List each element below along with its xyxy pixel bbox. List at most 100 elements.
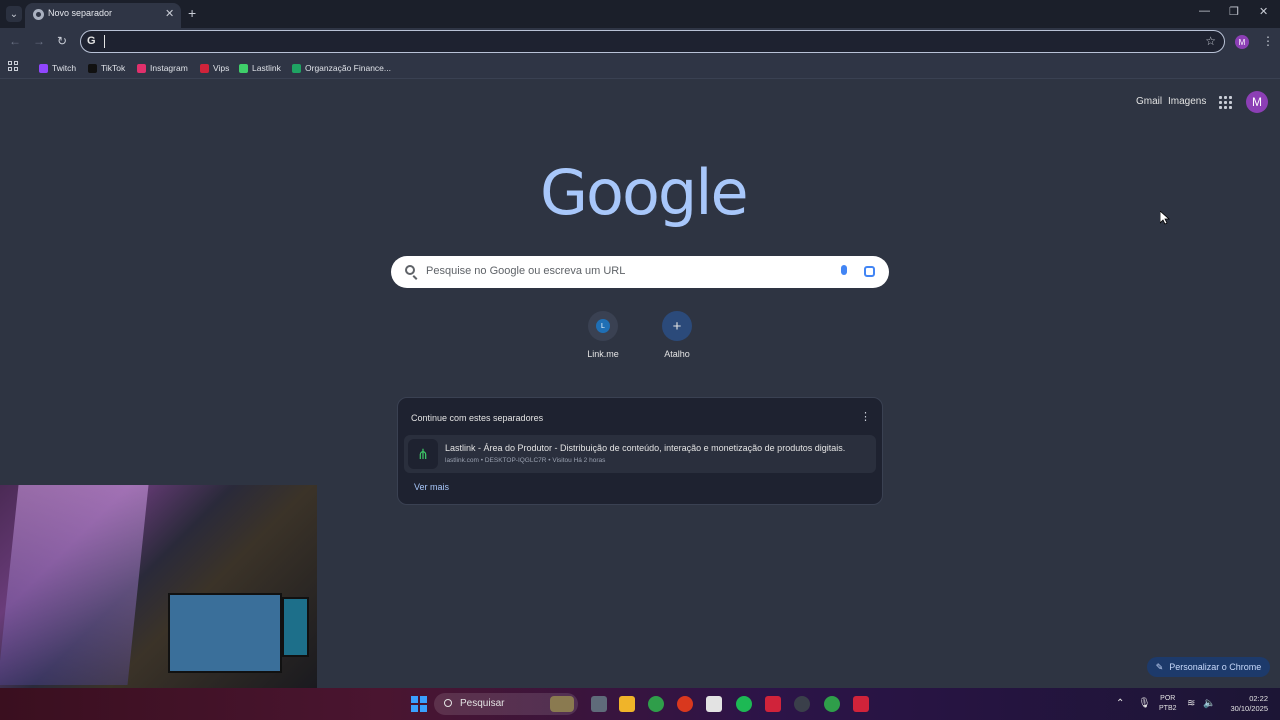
lastlink-icon: ⋔: [408, 439, 438, 469]
card-menu-icon[interactable]: ⋮: [860, 410, 871, 423]
search-box[interactable]: Pesquise no Google ou escreva um URL: [391, 256, 889, 288]
mouse-cursor-icon: [1160, 211, 1170, 225]
chrome-icon[interactable]: [648, 696, 664, 712]
item-subtitle: lastlink.com • DESKTOP-IQGLC7R • Visitou…: [445, 457, 606, 464]
lang-code: POR: [1160, 695, 1176, 702]
taskbar: Pesquisar ⌃ 🎙 POR PTB2 ≋ 🔈 02:22 30/10/2…: [0, 688, 1280, 720]
see-more-link[interactable]: Ver mais: [414, 482, 449, 492]
bookmark-favicon-icon: [39, 63, 48, 73]
clock[interactable]: 02:22 30/10/2025: [1224, 694, 1268, 714]
webcam-side-monitor: [282, 597, 309, 657]
pencil-icon: ✎: [1155, 661, 1164, 672]
bookmark-label: Instagram: [150, 63, 188, 73]
window-close-button[interactable]: ✕: [1259, 5, 1268, 18]
webcam-monitor: [168, 593, 282, 673]
microphone-icon[interactable]: 🎙: [1138, 698, 1151, 709]
webcam-pc-case: [0, 485, 149, 685]
anydesk-active-icon[interactable]: [853, 696, 869, 712]
bookmark-label: Organzação Finance...: [305, 63, 391, 73]
google-logo: Google: [540, 156, 749, 229]
bookmark-star-icon[interactable]: ☆: [1205, 34, 1216, 48]
avatar[interactable]: M: [1246, 91, 1268, 113]
bookmark-favicon-icon: [292, 63, 301, 73]
tab-title: Novo separador: [48, 8, 113, 18]
taskbar-search-label: Pesquisar: [460, 698, 505, 709]
spotify-icon[interactable]: [736, 696, 752, 712]
search-icon: [444, 699, 452, 707]
bookmark-tiktok[interactable]: TikTok: [88, 61, 125, 75]
bookmark-instagram[interactable]: Instagram: [137, 61, 188, 75]
bookmark-favicon-icon: [239, 63, 248, 73]
capcut-icon[interactable]: [706, 696, 722, 712]
bookmark-favicon-icon: [200, 63, 209, 73]
tab-suggestion-item[interactable]: ⋔ Lastlink - Área do Produtor - Distribu…: [404, 435, 876, 473]
google-apps-icon[interactable]: [1219, 96, 1232, 109]
images-link[interactable]: Imagens: [1168, 96, 1206, 107]
chrome-profile-icon[interactable]: [824, 696, 840, 712]
grid-dot: [1229, 101, 1232, 104]
card-title: Continue com estes separadores: [411, 413, 544, 423]
bookmark-organzao[interactable]: Organzação Finance...: [292, 61, 391, 75]
reload-button[interactable]: ↻: [57, 34, 67, 48]
chrome-menu-icon[interactable]: ⋮: [1262, 34, 1274, 48]
gmail-link[interactable]: Gmail: [1136, 96, 1162, 107]
forward-button[interactable]: →: [33, 34, 45, 48]
tab-new-tab[interactable]: Novo separador ✕: [25, 3, 181, 28]
close-icon[interactable]: ✕: [165, 7, 174, 20]
wifi-icon[interactable]: ≋: [1187, 698, 1195, 709]
shortcut-icon: L: [588, 311, 618, 341]
bookmark-label: Twitch: [52, 63, 77, 73]
bookmark-lastlink[interactable]: Lastlink: [239, 61, 281, 75]
search-icon: [405, 265, 415, 275]
grid-dot: [1229, 96, 1232, 99]
shortcut-linkme[interactable]: L Link.me: [563, 311, 643, 359]
shortcut-label: Link.me: [587, 349, 619, 359]
date: 30/10/2025: [1230, 704, 1268, 713]
minimize-button[interactable]: —: [1199, 5, 1210, 17]
keyboard-layout: PTB2: [1159, 705, 1177, 712]
apps-icon[interactable]: [8, 61, 19, 72]
search-input[interactable]: Pesquise no Google ou escreva um URL: [426, 265, 625, 277]
lens-icon[interactable]: [864, 266, 875, 277]
brave-icon[interactable]: [677, 696, 693, 712]
google-g-icon: G: [87, 35, 96, 47]
grid-dot: [1224, 106, 1227, 109]
file-explorer-icon[interactable]: [619, 696, 635, 712]
tab-strip: ⌄ Novo separador ✕ + — ❐ ✕: [0, 0, 1280, 28]
tab-search-button[interactable]: ⌄: [6, 6, 22, 22]
chrome-icon: [33, 9, 44, 20]
text-cursor: [104, 35, 105, 48]
item-title: Lastlink - Área do Produtor - Distribuiç…: [445, 443, 846, 453]
bookmark-favicon-icon: [88, 63, 97, 73]
microphone-icon[interactable]: [841, 265, 847, 275]
bookmark-twitch[interactable]: Twitch: [39, 61, 76, 75]
shortcut-add[interactable]: + Atalho: [637, 311, 717, 359]
bookmark-label: TikTok: [101, 63, 126, 73]
customize-chrome-button[interactable]: ✎ Personalizar o Chrome: [1147, 657, 1270, 677]
webcam-overlay: [0, 485, 317, 688]
language-indicator[interactable]: POR PTB2: [1159, 694, 1177, 714]
bookmarks-bar: Twitch TikTok Instagram Vips Lastlink Organza…: [0, 56, 1280, 79]
anydesk-icon[interactable]: [765, 696, 781, 712]
new-tab-button[interactable]: +: [188, 5, 196, 21]
profile-button[interactable]: M: [1235, 35, 1249, 49]
restore-button[interactable]: ❐: [1229, 5, 1239, 18]
continue-tabs-card: Continue com estes separadores ⋮ ⋔ Lastl…: [397, 397, 883, 505]
bookmark-favicon-icon: [137, 63, 146, 73]
chevron-up-icon[interactable]: ⌃: [1116, 698, 1124, 709]
back-button[interactable]: ←: [9, 34, 21, 48]
bookmark-label: Vips: [213, 63, 230, 73]
grid-dot: [1219, 106, 1222, 109]
task-view-icon[interactable]: [591, 696, 607, 712]
toolbar: ← → ↻ G ☆ M ⋮: [0, 28, 1280, 56]
bookmark-vips[interactable]: Vips: [200, 61, 229, 75]
windows-start-icon[interactable]: [411, 696, 427, 712]
address-bar[interactable]: G ☆: [80, 30, 1225, 53]
customize-label: Personalizar o Chrome: [1169, 662, 1262, 672]
taskbar-search[interactable]: Pesquisar: [434, 693, 578, 715]
grid-dot: [1224, 96, 1227, 99]
steam-icon[interactable]: [794, 696, 810, 712]
shortcut-label: Atalho: [664, 349, 690, 359]
bookmark-label: Lastlink: [252, 63, 281, 73]
volume-icon[interactable]: 🔈: [1203, 698, 1215, 709]
